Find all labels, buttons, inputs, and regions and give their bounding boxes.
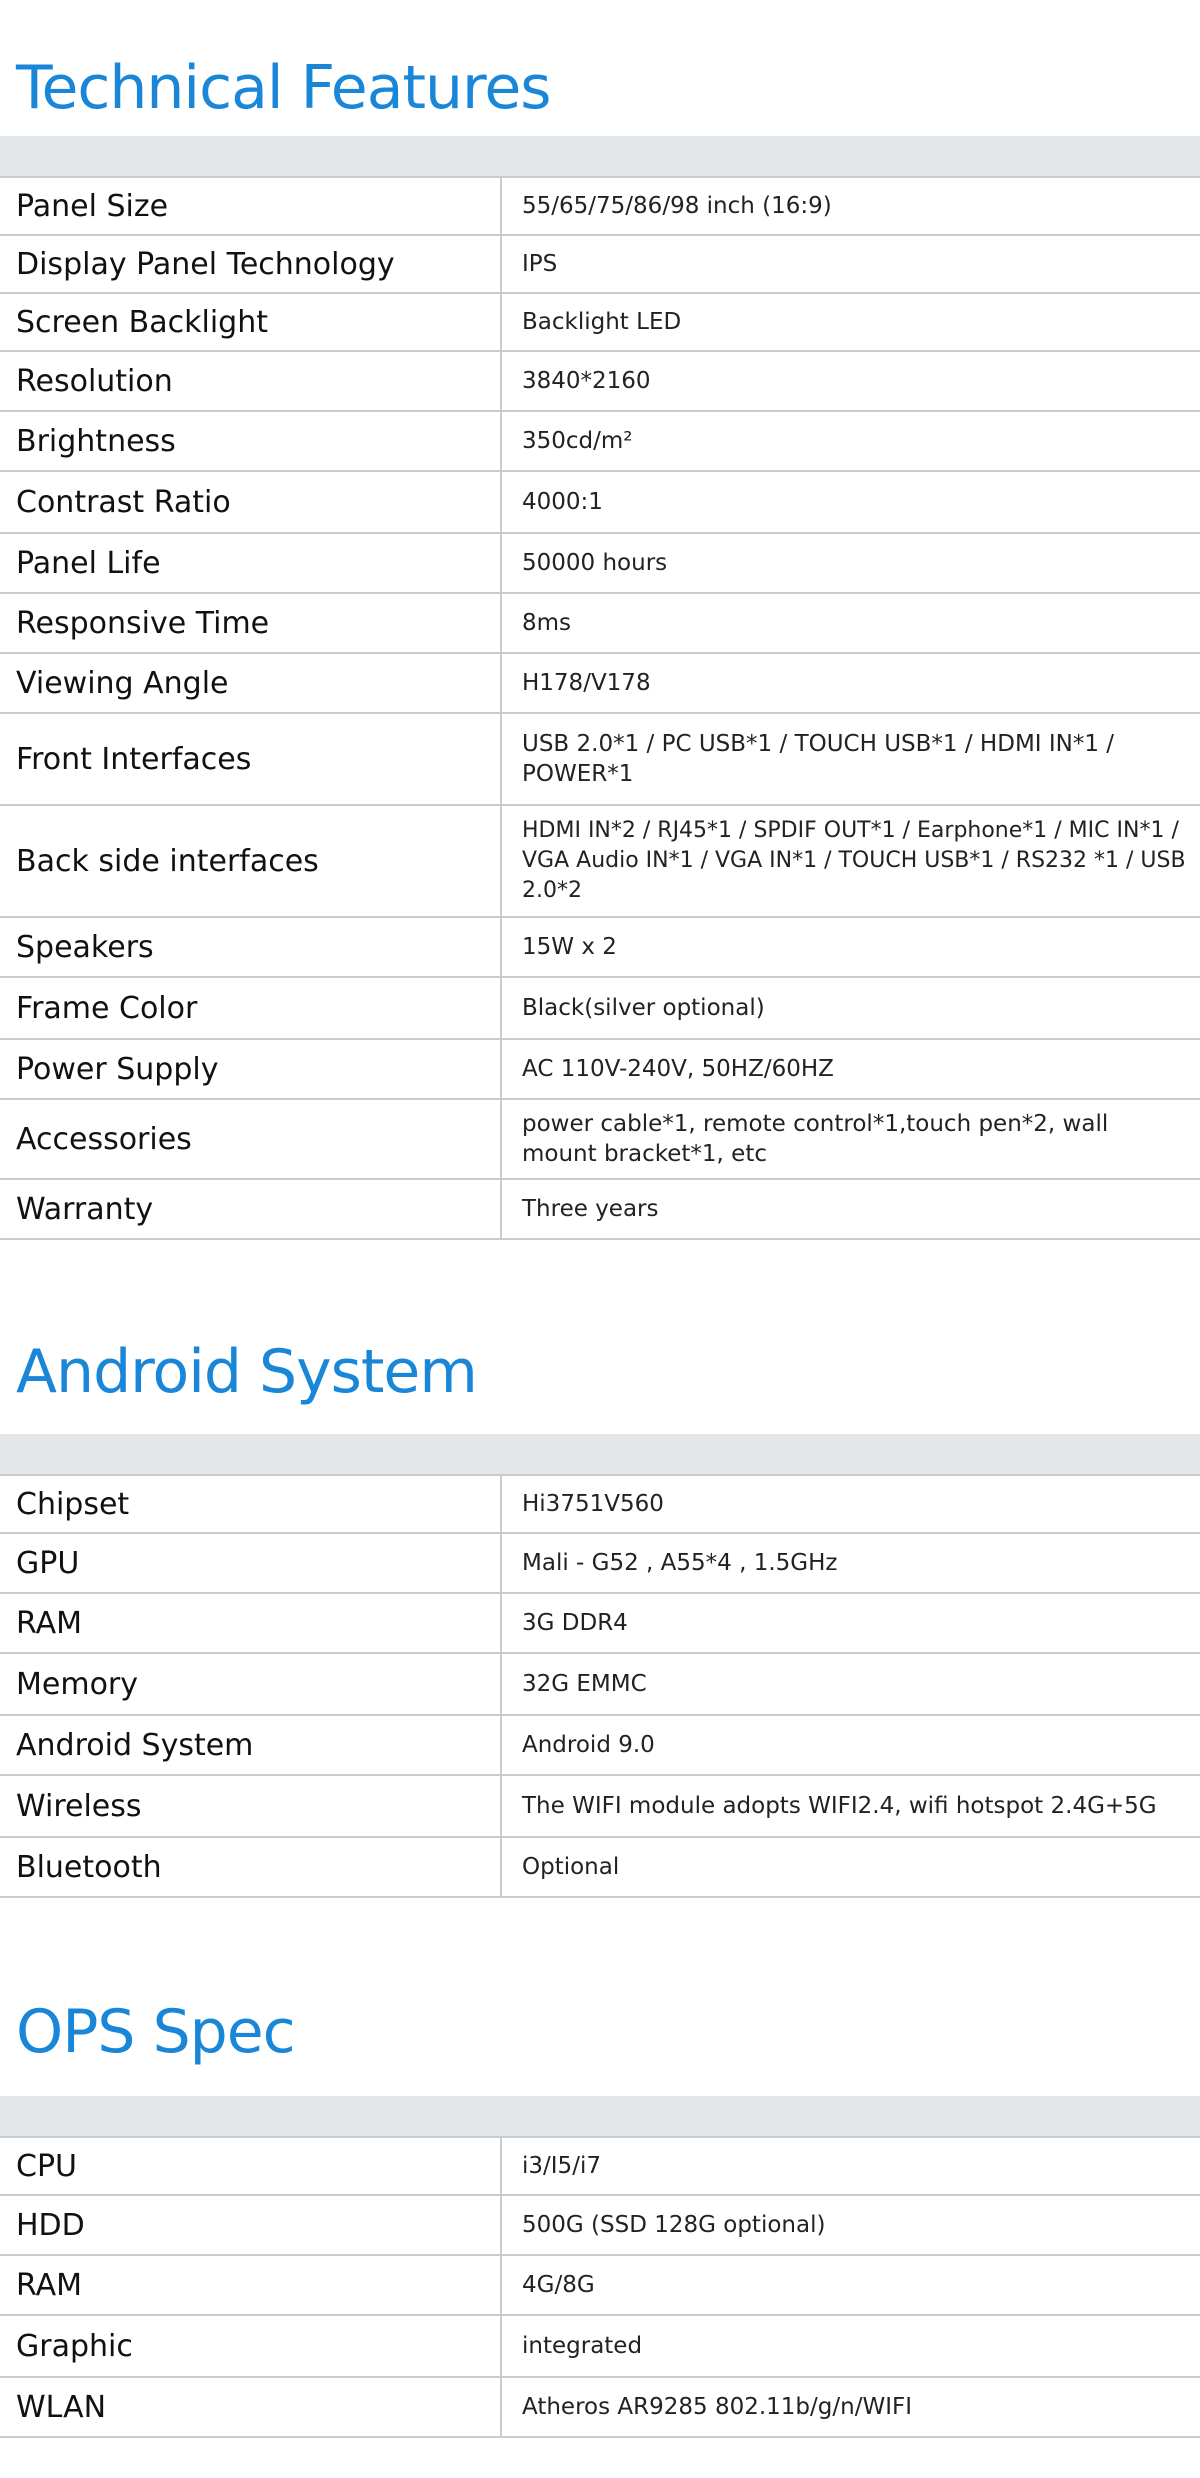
spec-value: H178/V178 bbox=[522, 670, 651, 696]
spec-label: Resolution bbox=[0, 351, 502, 411]
spec-value: 3840*2160 bbox=[522, 368, 651, 394]
table-row: Back side interfaces HDMI IN*2 / RJ45*1 /… bbox=[0, 805, 1200, 917]
spec-label: WLAN bbox=[0, 2377, 502, 2437]
table-row: Memory 32G EMMC bbox=[0, 1653, 1200, 1715]
table-row: CPU i3/I5/i7 bbox=[0, 2137, 1200, 2195]
spec-label: Android System bbox=[0, 1715, 502, 1775]
spec-table: Chipset Hi3751V560 GPU Mali - G52 , A55*4 … bbox=[0, 1474, 1200, 1898]
spec-label: Panel Size bbox=[0, 177, 502, 235]
table-row: Speakers 15W x 2 bbox=[0, 917, 1200, 977]
table-row: Responsive Time 8ms bbox=[0, 593, 1200, 653]
table-row: Warranty Three years bbox=[0, 1179, 1200, 1239]
section-title: Android System bbox=[16, 1337, 478, 1407]
spec-label: GPU bbox=[0, 1533, 502, 1593]
table-row: RAM 3G DDR4 bbox=[0, 1593, 1200, 1653]
spec-value: 4G/8G bbox=[522, 2272, 595, 2298]
spec-value: 3G DDR4 bbox=[522, 1610, 628, 1636]
spec-value: AC 110V-240V, 50HZ/60HZ bbox=[522, 1056, 834, 1082]
table-row: HDD 500G (SSD 128G optional) bbox=[0, 2195, 1200, 2255]
spec-table: CPU i3/I5/i7 HDD 500G (SSD 128G optional) … bbox=[0, 2136, 1200, 2438]
spec-label: Wireless bbox=[0, 1775, 502, 1837]
spec-value: IPS bbox=[522, 251, 558, 277]
spec-value: Atheros AR9285 802.11b/g/n/WIFI bbox=[522, 2394, 912, 2420]
spec-value: Backlight LED bbox=[522, 309, 682, 335]
spec-value: 32G EMMC bbox=[522, 1671, 647, 1697]
spec-value: 50000 hours bbox=[522, 550, 668, 576]
spec-value: HDMI IN*2 / RJ45*1 / SPDIF OUT*1 / Earph… bbox=[522, 818, 1186, 903]
table-row: Screen Backlight Backlight LED bbox=[0, 293, 1200, 351]
spec-value: 8ms bbox=[522, 610, 572, 636]
spec-label: RAM bbox=[0, 2255, 502, 2315]
spec-value: 350cd/m² bbox=[522, 428, 633, 454]
spec-value: i3/I5/i7 bbox=[522, 2153, 601, 2179]
spec-table: Panel Size 55/65/75/86/98 inch (16:9) Dis… bbox=[0, 176, 1200, 1240]
spec-label: Memory bbox=[0, 1653, 502, 1715]
spec-label: Display Panel Technology bbox=[0, 235, 502, 293]
spec-label: Warranty bbox=[0, 1179, 502, 1239]
table-row: Panel Life 50000 hours bbox=[0, 533, 1200, 593]
spec-value: Black(silver optional) bbox=[522, 995, 765, 1021]
table-row: Power Supply AC 110V-240V, 50HZ/60HZ bbox=[0, 1039, 1200, 1099]
spec-label: Power Supply bbox=[0, 1039, 502, 1099]
spec-value: 500G (SSD 128G optional) bbox=[522, 2212, 826, 2238]
spec-label: Front Interfaces bbox=[0, 713, 502, 805]
spec-label: Frame Color bbox=[0, 977, 502, 1039]
spec-value: Optional bbox=[522, 1854, 620, 1880]
section-title: Technical Features bbox=[16, 53, 552, 123]
section-header-band bbox=[0, 2096, 1200, 2136]
spec-label: Bluetooth bbox=[0, 1837, 502, 1897]
table-row: Android System Android 9.0 bbox=[0, 1715, 1200, 1775]
table-row: Panel Size 55/65/75/86/98 inch (16:9) bbox=[0, 177, 1200, 235]
spec-label: Contrast Ratio bbox=[0, 471, 502, 533]
spec-value: 15W x 2 bbox=[522, 934, 617, 960]
spec-label: Screen Backlight bbox=[0, 293, 502, 351]
spec-label: Accessories bbox=[0, 1099, 502, 1179]
spec-value: 55/65/75/86/98 inch (16:9) bbox=[522, 193, 832, 219]
spec-value: Mali - G52 , A55*4 , 1.5GHz bbox=[522, 1550, 838, 1576]
table-row: Accessories power cable*1, remote control… bbox=[0, 1099, 1200, 1179]
spec-value: The WIFI module adopts WIFI2.4, wifi hot… bbox=[522, 1793, 1157, 1819]
spec-value: Three years bbox=[522, 1196, 659, 1222]
spec-value: Android 9.0 bbox=[522, 1732, 655, 1758]
table-row: Brightness 350cd/m² bbox=[0, 411, 1200, 471]
spec-value: power cable*1, remote control*1,touch pe… bbox=[522, 1111, 1109, 1167]
table-row: Resolution 3840*2160 bbox=[0, 351, 1200, 411]
spec-value: 4000:1 bbox=[522, 489, 603, 515]
table-row: Bluetooth Optional bbox=[0, 1837, 1200, 1897]
section-header-band bbox=[0, 1434, 1200, 1474]
spec-value: Hi3751V560 bbox=[522, 1491, 664, 1517]
spec-label: Panel Life bbox=[0, 533, 502, 593]
spec-label: HDD bbox=[0, 2195, 502, 2255]
table-row: Viewing Angle H178/V178 bbox=[0, 653, 1200, 713]
spec-value: USB 2.0*1 / PC USB*1 / TOUCH USB*1 / HDM… bbox=[522, 731, 1115, 787]
table-row: GPU Mali - G52 , A55*4 , 1.5GHz bbox=[0, 1533, 1200, 1593]
spec-label: CPU bbox=[0, 2137, 502, 2195]
spec-label: Graphic bbox=[0, 2315, 502, 2377]
spec-label: RAM bbox=[0, 1593, 502, 1653]
table-row: Front Interfaces USB 2.0*1 / PC USB*1 / T… bbox=[0, 713, 1200, 805]
table-row: Graphic integrated bbox=[0, 2315, 1200, 2377]
spec-label: Brightness bbox=[0, 411, 502, 471]
spec-value: integrated bbox=[522, 2333, 643, 2359]
spec-label: Chipset bbox=[0, 1475, 502, 1533]
spec-label: Speakers bbox=[0, 917, 502, 977]
section-title: OPS Spec bbox=[16, 1997, 296, 2067]
table-row: Display Panel Technology IPS bbox=[0, 235, 1200, 293]
table-row: Contrast Ratio 4000:1 bbox=[0, 471, 1200, 533]
spec-label: Viewing Angle bbox=[0, 653, 502, 713]
table-row: RAM 4G/8G bbox=[0, 2255, 1200, 2315]
spec-label: Responsive Time bbox=[0, 593, 502, 653]
table-row: WLAN Atheros AR9285 802.11b/g/n/WIFI bbox=[0, 2377, 1200, 2437]
table-row: Wireless The WIFI module adopts WIFI2.4, … bbox=[0, 1775, 1200, 1837]
table-row: Frame Color Black(silver optional) bbox=[0, 977, 1200, 1039]
spec-label: Back side interfaces bbox=[0, 805, 502, 917]
table-row: Chipset Hi3751V560 bbox=[0, 1475, 1200, 1533]
section-header-band bbox=[0, 136, 1200, 176]
